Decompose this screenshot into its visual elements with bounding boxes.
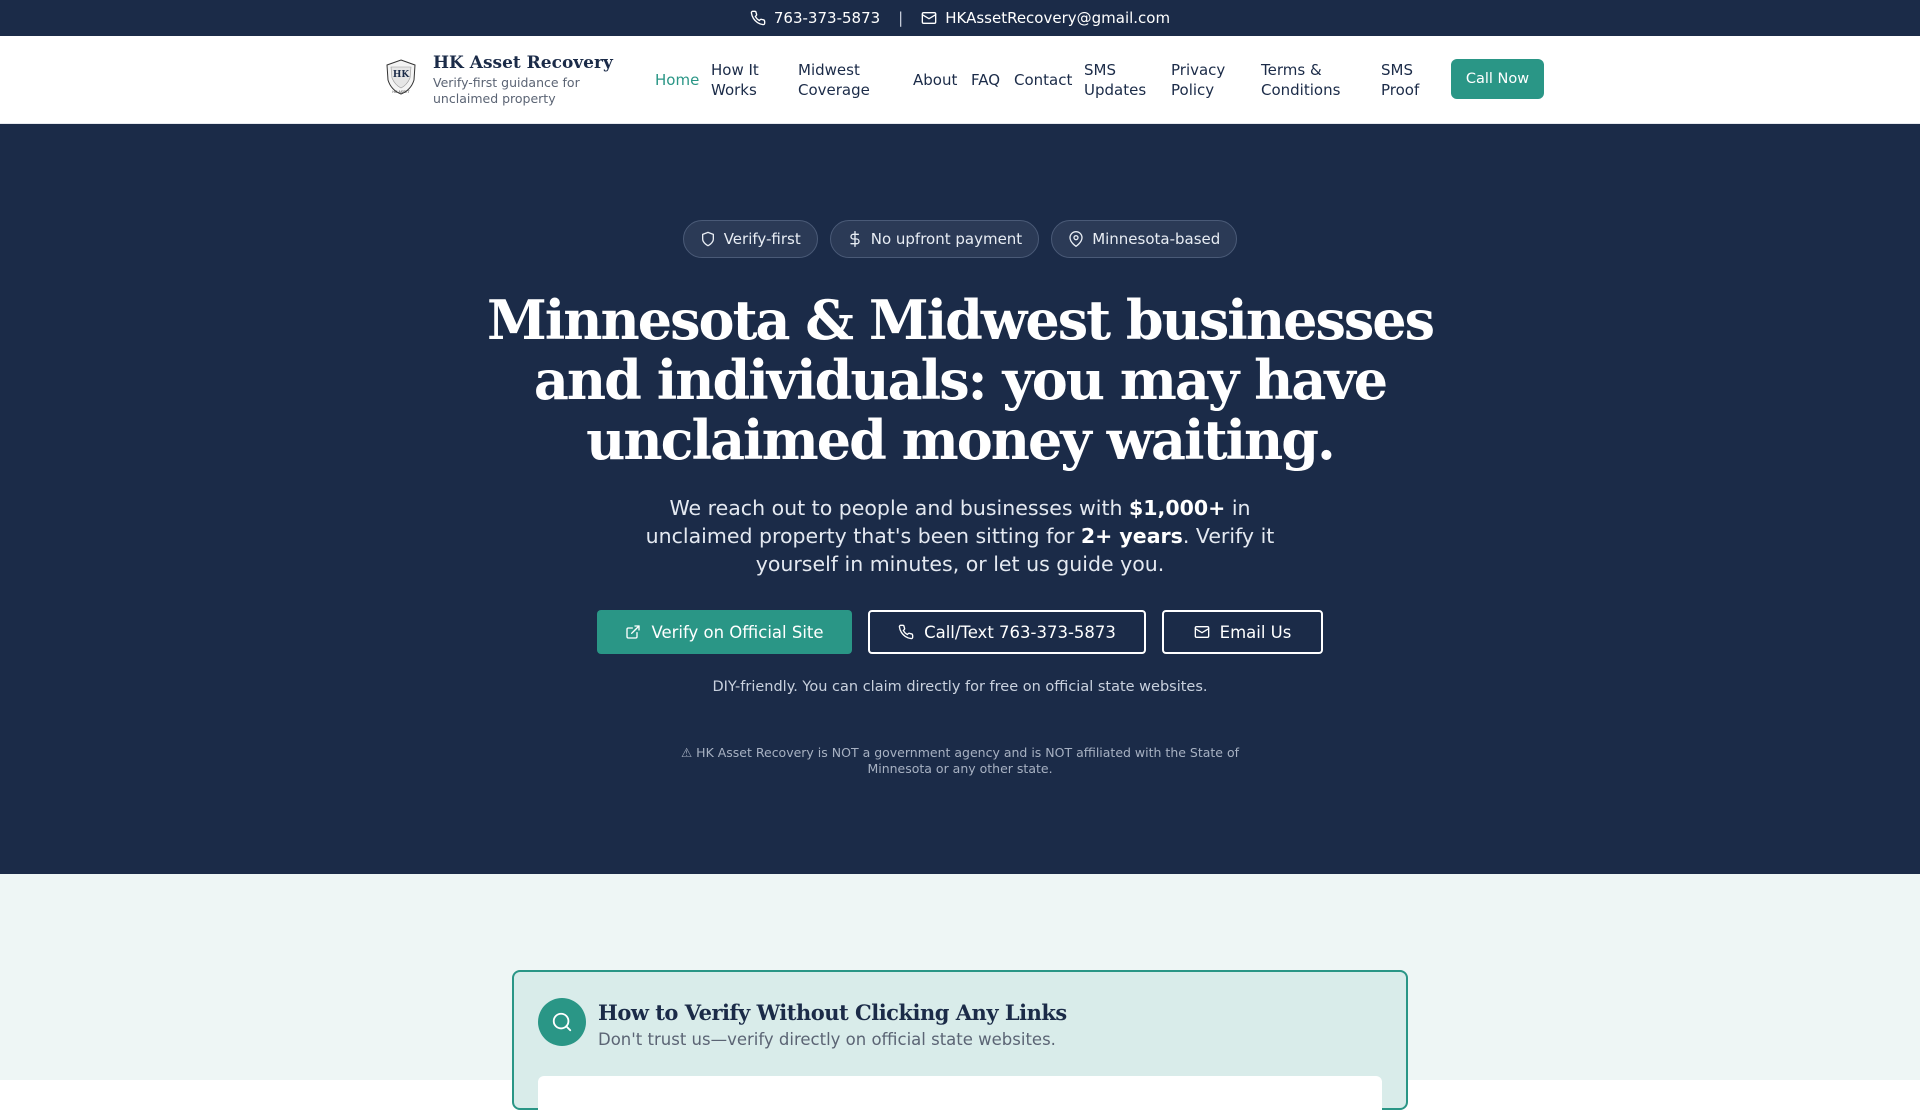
pill-no-upfront: No upfront payment [829, 220, 1040, 258]
government-disclaimer: ⚠ HK Asset Recovery is NOT a government … [680, 745, 1240, 776]
mail-icon [1194, 626, 1209, 638]
map-pin-icon [1069, 231, 1083, 247]
hero-cta-group: Verify on Official Site Call/Text 763-37… [0, 610, 1920, 654]
trust-pills: Verify-first No upfront payment Minnesot… [0, 220, 1920, 258]
nav-faq[interactable]: FAQ [971, 70, 1000, 90]
button-label: Verify on Official Site [651, 622, 824, 642]
topbar-phone[interactable]: 763-373-5873 [750, 9, 880, 27]
hero-headline: Minnesota & Midwest businesses and indiv… [486, 288, 1435, 472]
nav-about[interactable]: About [913, 70, 957, 90]
top-contact-bar: 763-373-5873 | HKAssetRecovery@gmail.com [0, 0, 1920, 36]
call-now-button[interactable]: Call Now [1451, 59, 1544, 99]
call-text-button[interactable]: Call/Text 763-373-5873 [868, 610, 1146, 654]
diy-note: DIY-friendly. You can claim directly for… [712, 679, 1208, 695]
button-label: Call/Text 763-373-5873 [924, 622, 1116, 642]
verify-icon-badge [538, 998, 586, 1046]
dollar-icon [850, 231, 860, 247]
site-header: HK HK ASSET HK Asset Recovery Verify-fir… [0, 36, 1920, 124]
hero-section: Verify-first No upfront payment Minnesot… [0, 124, 1920, 874]
nav-privacy-policy[interactable]: Privacy Policy [1171, 60, 1231, 100]
verify-section: How to Verify Without Clicking Any Links… [0, 874, 1920, 1116]
search-icon [552, 1012, 572, 1032]
topbar-email-text: HKAssetRecovery@gmail.com [945, 9, 1171, 27]
nav-midwest-coverage[interactable]: Midwest Coverage [798, 60, 878, 100]
pill-label: Verify-first [723, 230, 801, 248]
phone-icon [750, 10, 766, 26]
pill-label: Minnesota-based [1092, 230, 1221, 248]
mail-icon [921, 12, 937, 24]
email-us-button[interactable]: Email Us [1162, 610, 1323, 654]
nav-home[interactable]: Home [655, 70, 699, 90]
verify-inner-card [538, 1076, 1382, 1116]
pill-minnesota: Minnesota-based [1051, 220, 1238, 258]
topbar-separator: | [898, 9, 904, 27]
nav-terms[interactable]: Terms & Conditions [1261, 60, 1371, 100]
phone-icon [898, 624, 914, 640]
verify-card: How to Verify Without Clicking Any Links… [512, 970, 1408, 1116]
button-label: Email Us [1219, 622, 1292, 642]
nav-contact[interactable]: Contact [1014, 70, 1072, 90]
pill-verify-first: Verify-first [682, 220, 818, 258]
nav-sms-proof[interactable]: SMS Proof [1381, 60, 1427, 100]
verify-official-site-button[interactable]: Verify on Official Site [597, 610, 852, 654]
verify-title: How to Verify Without Clicking Any Links [598, 1000, 1067, 1025]
nav-sms-updates[interactable]: SMS Updates [1084, 60, 1146, 100]
topbar-email[interactable]: HKAssetRecovery@gmail.com [921, 9, 1170, 27]
hero-subtext: We reach out to people and businesses wi… [645, 496, 1275, 576]
topbar-phone-text: 763-373-5873 [773, 9, 881, 27]
nav-how-it-works[interactable]: How It Works [711, 60, 767, 100]
pill-label: No upfront payment [870, 230, 1023, 248]
verify-subtitle: Don't trust us—verify directly on offici… [598, 1030, 1056, 1049]
external-link-icon [626, 625, 641, 639]
shield-icon [701, 231, 714, 247]
main-nav: Home How It Works Midwest Coverage About… [0, 36, 1920, 124]
